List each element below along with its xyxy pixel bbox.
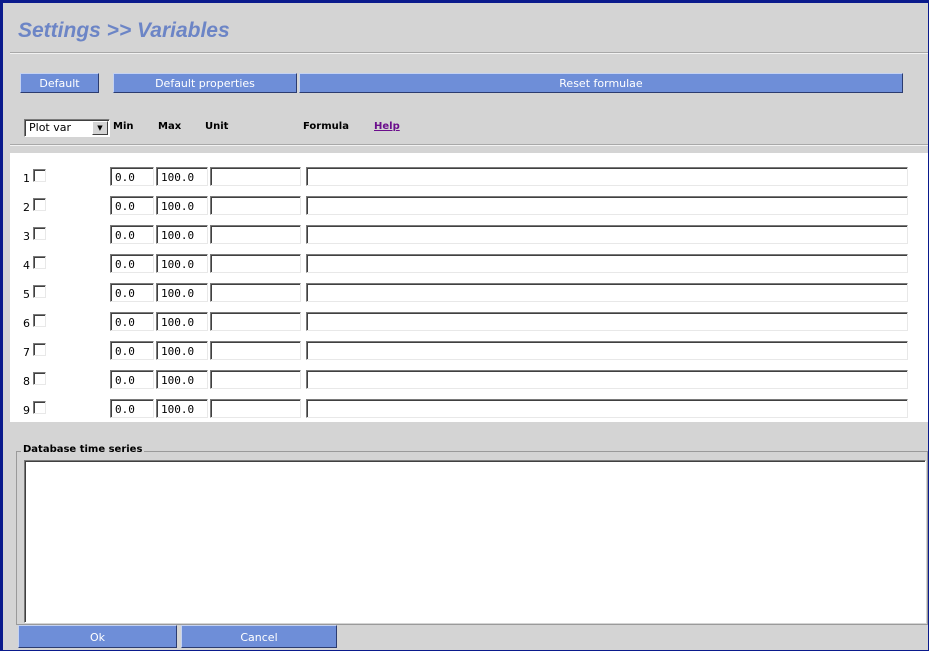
column-header-max: Max [158,121,182,132]
variable-row: 4 0.0 100.0 [10,253,928,275]
unit-input[interactable] [210,341,301,360]
min-input[interactable]: 0.0 [110,167,154,186]
cancel-button[interactable]: Cancel [181,625,337,648]
unit-input[interactable] [210,196,301,215]
formula-input[interactable] [306,370,908,389]
min-input[interactable]: 0.0 [110,254,154,273]
checkbox-icon[interactable] [33,314,46,327]
formula-input[interactable] [306,312,908,331]
formula-input[interactable] [306,254,908,273]
checkbox-icon[interactable] [33,227,46,240]
footer-bar: Ok Cancel [3,625,928,650]
variable-row: 3 0.0 100.0 [10,224,928,246]
unit-input[interactable] [210,399,301,418]
checkbox-icon[interactable] [33,285,46,298]
plot-var-select[interactable]: Plot var ▼ [24,119,110,137]
formula-input[interactable] [306,341,908,360]
formula-input[interactable] [306,167,908,186]
variable-row: 2 0.0 100.0 [10,195,928,217]
checkbox-icon[interactable] [33,169,46,182]
checkbox-icon[interactable] [33,256,46,269]
min-input[interactable]: 0.0 [110,196,154,215]
row-number: 4 [23,259,30,272]
ok-button[interactable]: Ok [18,625,177,648]
variables-table: 1 0.0 100.0 2 0.0 100.0 3 0.0 100.0 4 0. [10,153,928,422]
min-input[interactable]: 0.0 [110,312,154,331]
variable-row: 8 0.0 100.0 [10,369,928,391]
variable-row: 7 0.0 100.0 [10,340,928,362]
section-gap [10,422,928,443]
column-header-formula: Formula [303,121,349,132]
formula-input[interactable] [306,225,908,244]
max-input[interactable]: 100.0 [156,312,208,331]
reset-formulae-button[interactable]: Reset formulae [299,73,903,93]
max-input[interactable]: 100.0 [156,225,208,244]
max-input[interactable]: 100.0 [156,254,208,273]
variable-row: 5 0.0 100.0 [10,282,928,304]
unit-input[interactable] [210,312,301,331]
max-input[interactable]: 100.0 [156,167,208,186]
row-number: 2 [23,201,30,214]
min-input[interactable]: 0.0 [110,399,154,418]
variable-row: 6 0.0 100.0 [10,311,928,333]
chevron-down-icon[interactable]: ▼ [92,121,108,135]
row-number: 6 [23,317,30,330]
checkbox-icon[interactable] [33,401,46,414]
database-time-series-list[interactable] [24,460,926,623]
row-number: 1 [23,172,30,185]
column-header-unit: Unit [205,121,229,132]
default-properties-button[interactable]: Default properties [113,73,297,93]
max-input[interactable]: 100.0 [156,283,208,302]
variable-row: 1 0.0 100.0 [10,166,928,188]
min-input[interactable]: 0.0 [110,370,154,389]
title-divider [10,52,928,54]
row-number: 3 [23,230,30,243]
unit-input[interactable] [210,167,301,186]
formula-input[interactable] [306,283,908,302]
formula-input[interactable] [306,196,908,215]
variable-row: 9 0.0 100.0 [10,398,928,420]
checkbox-icon[interactable] [33,372,46,385]
header-divider [10,144,928,146]
checkbox-icon[interactable] [33,343,46,356]
max-input[interactable]: 100.0 [156,370,208,389]
formula-input[interactable] [306,399,908,418]
database-time-series-legend: Database time series [21,444,145,455]
unit-input[interactable] [210,370,301,389]
row-number: 9 [23,404,30,417]
unit-input[interactable] [210,225,301,244]
min-input[interactable]: 0.0 [110,225,154,244]
column-header-min: Min [113,121,134,132]
min-input[interactable]: 0.0 [110,341,154,360]
help-link[interactable]: Help [374,121,400,132]
max-input[interactable]: 100.0 [156,341,208,360]
page-title: Settings >> Variables [18,19,230,42]
row-number: 8 [23,375,30,388]
max-input[interactable]: 100.0 [156,196,208,215]
plot-var-select-value: Plot var [29,121,72,134]
settings-window: Settings >> Variables Default Default pr… [0,0,929,651]
checkbox-icon[interactable] [33,198,46,211]
unit-input[interactable] [210,283,301,302]
row-number: 7 [23,346,30,359]
default-button[interactable]: Default [20,73,99,93]
unit-input[interactable] [210,254,301,273]
min-input[interactable]: 0.0 [110,283,154,302]
row-number: 5 [23,288,30,301]
max-input[interactable]: 100.0 [156,399,208,418]
